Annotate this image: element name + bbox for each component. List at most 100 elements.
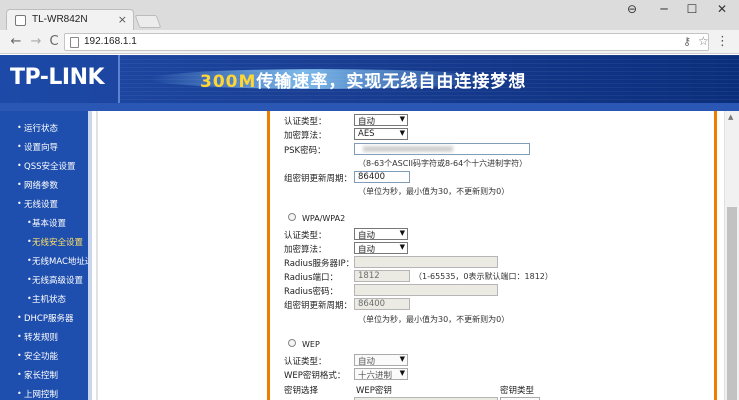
sidebar-item[interactable]: • QSS安全设置 bbox=[0, 157, 92, 176]
browser-tab[interactable]: TL-WR842N × bbox=[6, 9, 134, 30]
radius-port-hint: （1-65535，0表示默认端口：1812） bbox=[414, 272, 553, 281]
wpa-auth-type-value: 自动 bbox=[358, 231, 376, 241]
sidebar-item[interactable]: • 转发规则 bbox=[0, 328, 92, 347]
radius-password-input[interactable] bbox=[354, 284, 498, 296]
dropdown-arrow-icon: ▼ bbox=[399, 115, 405, 123]
sidebar-item-label: 无线MAC地址过滤 bbox=[32, 257, 92, 267]
psk-rekey-input[interactable]: 86400 bbox=[354, 171, 410, 183]
psk-auth-type-value: 自动 bbox=[358, 117, 376, 127]
psk-auth-type-select[interactable]: 自动 ▼ bbox=[354, 114, 408, 127]
content-scrollbar[interactable]: ▲ bbox=[724, 111, 739, 400]
wep-key-format-label: WEP密钥格式： bbox=[284, 371, 346, 381]
wep-key-format-select[interactable]: 十六进制 ▼ bbox=[354, 368, 408, 381]
bullet-icon: • bbox=[17, 142, 22, 151]
sidebar-item[interactable]: • 上网控制 bbox=[0, 385, 92, 400]
radius-port-value: 1812 bbox=[358, 271, 380, 281]
bookmark-star-icon[interactable]: ☆ bbox=[698, 34, 709, 48]
close-window-icon[interactable]: ✕ bbox=[712, 2, 732, 16]
sidebar-item[interactable]: • 设置向导 bbox=[0, 138, 92, 157]
wpa-rekey-input[interactable]: 86400 bbox=[354, 298, 410, 310]
sidebar-item-label: QSS安全设置 bbox=[24, 162, 76, 172]
wep-radio[interactable] bbox=[288, 339, 296, 347]
psk-password-input[interactable] bbox=[354, 143, 530, 155]
wpa-cipher-select[interactable]: 自动 ▼ bbox=[354, 242, 408, 255]
wpa-auth-type-label: 认证类型： bbox=[284, 231, 327, 241]
bullet-icon: • bbox=[27, 256, 32, 265]
bullet-icon: • bbox=[27, 294, 32, 303]
wpa-rekey-value: 86400 bbox=[358, 299, 386, 309]
radius-port-input[interactable]: 1812 bbox=[354, 270, 410, 282]
maximize-icon[interactable]: ☐ bbox=[682, 2, 702, 16]
scroll-thumb[interactable] bbox=[727, 207, 737, 400]
wpa-rekey-hint: （单位为秒，最小值为30，不更新则为0） bbox=[358, 315, 510, 324]
sidebar-menu: • 运行状态 • 设置向导 • QSS安全设置 • 网络参数 • 无线设置 • 基本设置 • 无线安全设置… bbox=[0, 111, 92, 400]
scroll-up-icon[interactable]: ▲ bbox=[728, 113, 733, 121]
sidebar-item-label: 转发规则 bbox=[24, 333, 59, 343]
sidebar-item[interactable]: • 无线设置 bbox=[0, 195, 92, 214]
browser-titlebar: TL-WR842N × ⊖ ─ ☐ ✕ bbox=[0, 0, 739, 30]
sidebar-item-label: 家长控制 bbox=[24, 371, 59, 381]
sidebar-item[interactable]: • DHCP服务器 bbox=[0, 309, 92, 328]
wpa-radio[interactable] bbox=[288, 213, 296, 221]
reload-icon[interactable]: C bbox=[46, 34, 62, 49]
dropdown-arrow-icon: ▼ bbox=[399, 355, 405, 363]
sidebar-item[interactable]: • 基本设置 bbox=[0, 214, 92, 233]
sidebar-item[interactable]: • 网络参数 bbox=[0, 176, 92, 195]
tab-title: TL-WR842N bbox=[32, 14, 88, 25]
back-icon[interactable]: ← bbox=[8, 34, 24, 49]
browser-toolbar: ← → C 192.168.1.1 ⚷ ☆ ⋮ bbox=[0, 30, 739, 54]
bullet-icon: • bbox=[17, 332, 22, 341]
sidebar-item[interactable]: • 运行状态 bbox=[0, 119, 92, 138]
bullet-icon: • bbox=[27, 275, 32, 284]
wep-key-type-header: 密钥类型 bbox=[500, 386, 535, 396]
bullet-icon: • bbox=[17, 370, 22, 379]
sidebar-item[interactable]: • 无线安全设置 bbox=[0, 233, 92, 252]
new-tab-button[interactable] bbox=[134, 15, 162, 28]
page-favicon-icon bbox=[15, 15, 26, 26]
dropdown-arrow-icon: ▼ bbox=[399, 369, 405, 377]
psk-cipher-select[interactable]: AES ▼ bbox=[354, 128, 408, 140]
wep-section-title: WEP bbox=[302, 340, 320, 349]
wep-auth-type-select[interactable]: 自动 ▼ bbox=[354, 354, 408, 367]
sidebar-item[interactable]: • 家长控制 bbox=[0, 366, 92, 385]
bullet-icon: • bbox=[27, 237, 32, 246]
wpa-auth-type-select[interactable]: 自动 ▼ bbox=[354, 228, 408, 241]
wpa-cipher-label: 加密算法： bbox=[284, 245, 327, 255]
bullet-icon: • bbox=[17, 199, 22, 208]
bullet-icon: • bbox=[27, 218, 32, 227]
address-url[interactable]: 192.168.1.1 bbox=[84, 36, 137, 47]
browser-menu-icon[interactable]: ⋮ bbox=[716, 34, 729, 49]
psk-rekey-hint: （单位为秒，最小值为30，不更新则为0） bbox=[358, 187, 510, 196]
radius-ip-input[interactable] bbox=[354, 256, 498, 268]
sidebar-item-label: DHCP服务器 bbox=[24, 314, 74, 324]
tp-link-logo: TP-LINK bbox=[10, 65, 105, 90]
sidebar-item-label: 网络参数 bbox=[24, 181, 59, 191]
sidebar-item-label: 无线安全设置 bbox=[32, 238, 84, 248]
sidebar-item[interactable]: •无线MAC地址过滤 bbox=[0, 252, 92, 271]
sidebar-item[interactable]: • 安全功能 bbox=[0, 347, 92, 366]
slogan-text: 传输速率，实现无线自由连接梦想 bbox=[256, 72, 527, 92]
page-info-icon[interactable] bbox=[70, 37, 79, 48]
profile-icon[interactable]: ⊖ bbox=[622, 2, 642, 16]
sidebar-item[interactable]: • 主机状态 bbox=[0, 290, 92, 309]
content-frame: 认证类型： 自动 ▼ 加密算法： AES ▼ PSK密码： （8-63个ASCII码… bbox=[92, 111, 724, 400]
address-bar[interactable]: 192.168.1.1 ⚷ ☆ bbox=[64, 33, 709, 51]
dropdown-arrow-icon: ▼ bbox=[399, 129, 405, 137]
forward-icon[interactable]: → bbox=[28, 34, 44, 49]
bullet-icon: • bbox=[17, 351, 22, 360]
logo-divider bbox=[118, 55, 120, 103]
key-icon[interactable]: ⚷ bbox=[683, 35, 691, 48]
wpa-rekey-label: 组密钥更新周期： bbox=[284, 301, 353, 311]
wep-key-select-label: 密钥选择 bbox=[284, 386, 319, 396]
bullet-icon: • bbox=[17, 313, 22, 322]
sidebar-item-label: 主机状态 bbox=[32, 295, 67, 305]
sidebar-item[interactable]: • 无线高级设置 bbox=[0, 271, 92, 290]
sidebar-item-label: 基本设置 bbox=[32, 219, 67, 229]
wep-key-format-value: 十六进制 bbox=[358, 371, 393, 381]
minimize-icon[interactable]: ─ bbox=[654, 2, 674, 16]
tab-close-icon[interactable]: × bbox=[118, 13, 127, 26]
psk-rekey-label: 组密钥更新周期： bbox=[284, 174, 353, 184]
psk-cipher-value: AES bbox=[358, 129, 375, 139]
psk-rekey-value: 86400 bbox=[358, 172, 386, 182]
wpa-section-title: WPA/WPA2 bbox=[302, 214, 346, 223]
